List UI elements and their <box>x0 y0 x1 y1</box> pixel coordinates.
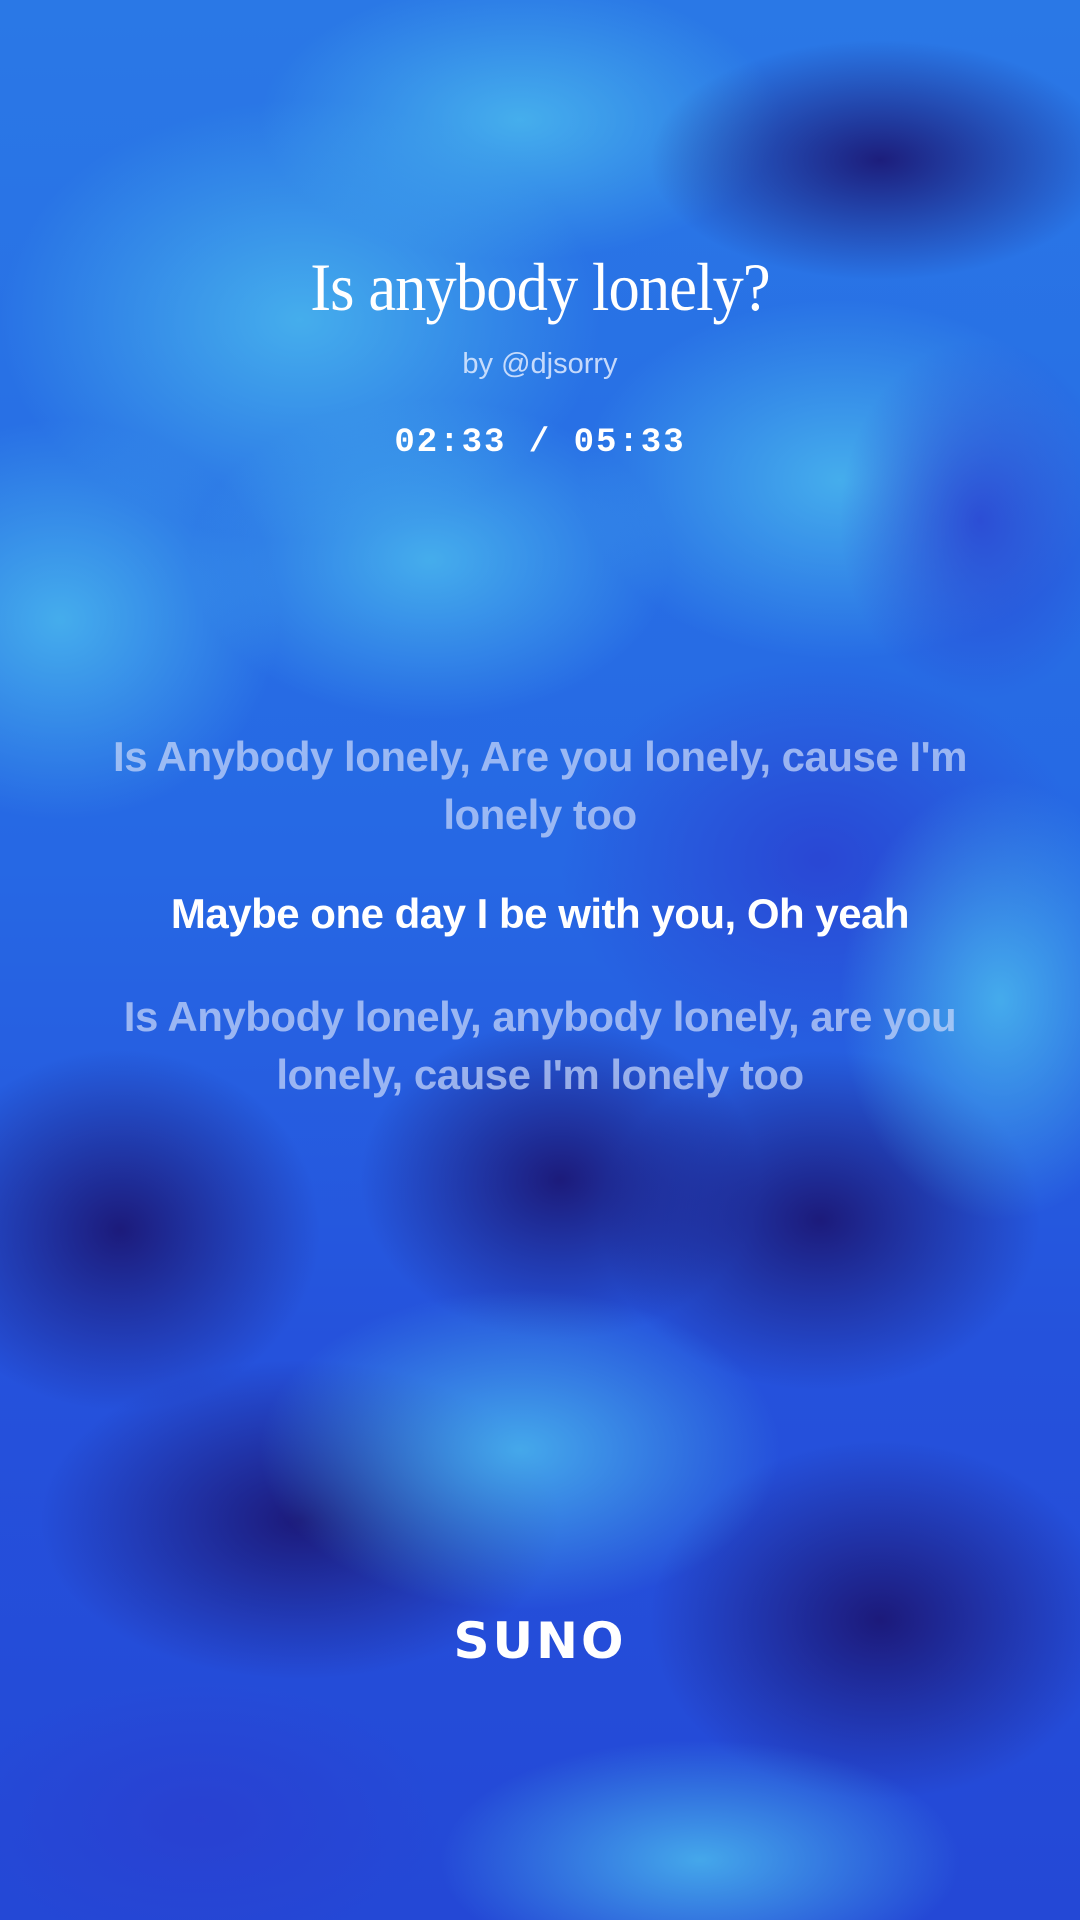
lyric-line-next: Is Anybody lonely, anybody lonely, are y… <box>123 993 957 1098</box>
song-title: Is anybody lonely? <box>310 249 770 325</box>
lyric-line-previous: Is Anybody lonely, Are you lonely, cause… <box>113 733 967 838</box>
suno-logo: SUNO <box>453 1612 627 1670</box>
playback-time: 02:33 / 05:33 <box>394 424 686 462</box>
song-artist[interactable]: by @djsorry <box>0 348 1080 381</box>
lyric-line-current: Maybe one day I be with you, Oh yeah <box>170 890 910 937</box>
player-screen: Is anybody lonely? by @djsorry 02:33 / 0… <box>0 0 1080 1920</box>
